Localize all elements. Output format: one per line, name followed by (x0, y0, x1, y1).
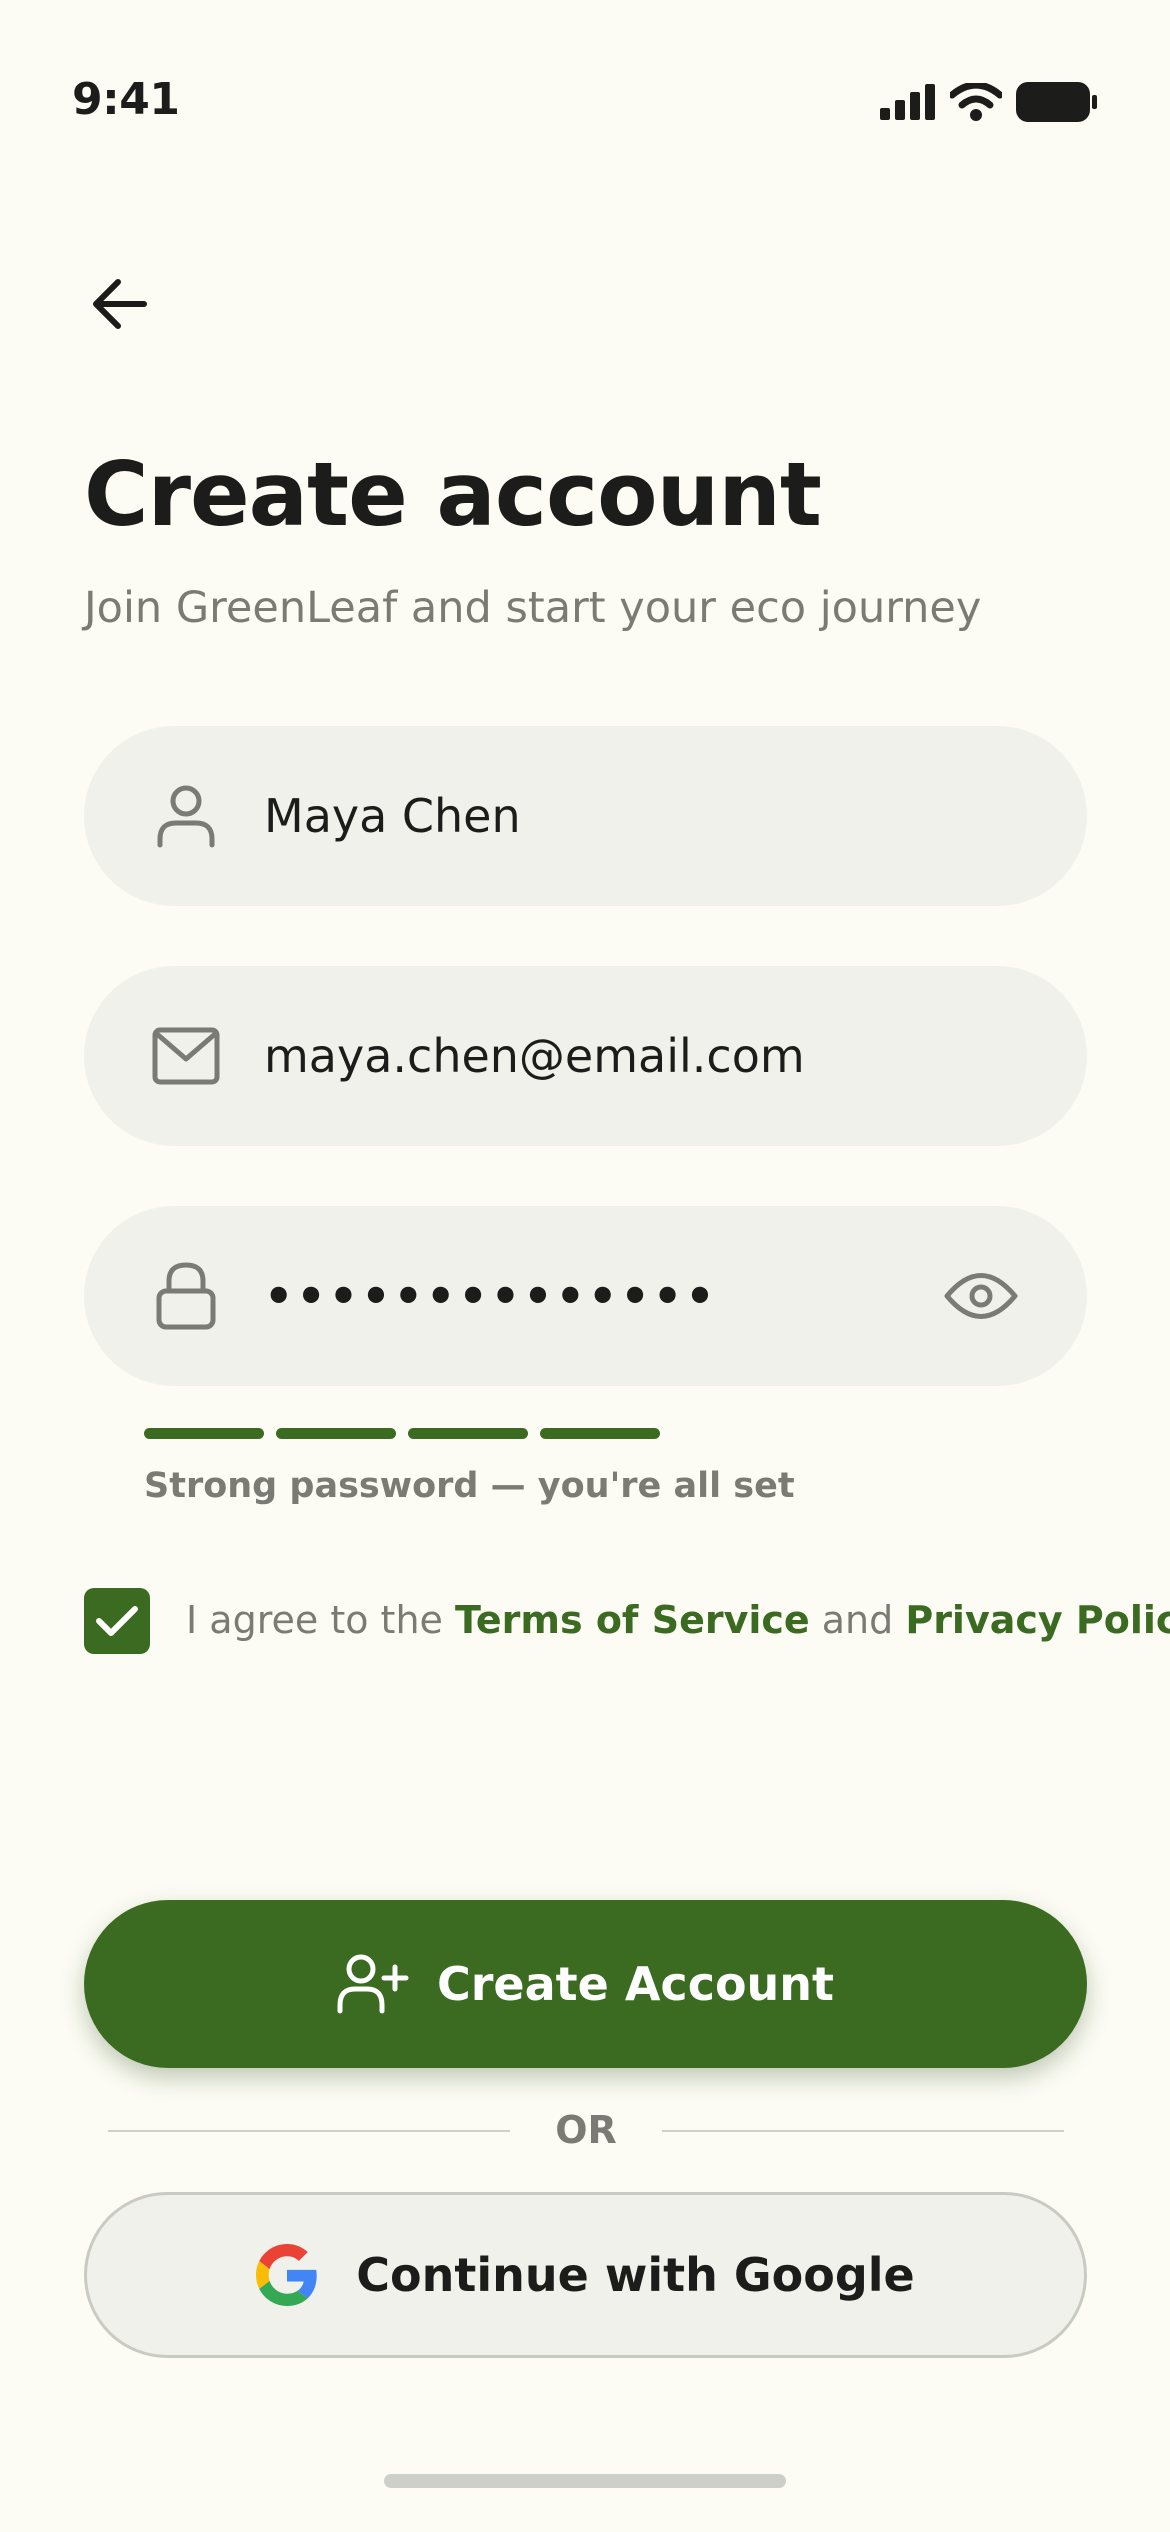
lock-icon (150, 1260, 222, 1332)
battery-icon (1016, 82, 1097, 122)
mail-icon (150, 1020, 222, 1092)
create-account-button[interactable]: Create Account (84, 1900, 1087, 2068)
terms-prefix: I agree to the (186, 1598, 455, 1642)
password-field[interactable]: •••••••••••••• (84, 1206, 1087, 1386)
name-field[interactable]: Maya Chen (84, 726, 1087, 906)
divider-line-right (662, 2130, 1064, 2132)
arrow-left-icon (93, 279, 147, 329)
create-account-screen: 9:41 Create account Join GreenLeaf and s… (0, 0, 1170, 2532)
strength-segment (540, 1428, 660, 1439)
terms-of-service-link[interactable]: Terms of Service (455, 1598, 810, 1642)
terms-checkbox[interactable] (84, 1588, 150, 1654)
strength-segment (144, 1428, 264, 1439)
password-value: •••••••••••••• (264, 1269, 718, 1323)
status-icons (880, 82, 1098, 122)
terms-middle: and (809, 1598, 906, 1642)
password-strength-meter (144, 1428, 660, 1439)
eye-icon[interactable] (941, 1256, 1021, 1336)
user-plus-icon (337, 1954, 409, 2014)
google-icon (256, 2244, 317, 2306)
privacy-policy-link[interactable]: Privacy Policy (905, 1598, 1170, 1642)
email-field[interactable]: maya.chen@email.com (84, 966, 1087, 1146)
strength-segment (408, 1428, 528, 1439)
terms-agreement: I agree to the Terms of Service and Priv… (186, 1592, 1170, 1648)
create-account-label: Create Account (436, 1957, 835, 2011)
back-button[interactable] (80, 264, 160, 344)
continue-with-google-button[interactable]: Continue with Google (84, 2192, 1087, 2358)
wifi-icon (950, 83, 1002, 121)
divider-or-label: OR (555, 2108, 617, 2152)
page-title: Create account (84, 443, 822, 546)
continue-with-google-label: Continue with Google (356, 2248, 915, 2302)
signal-icon (880, 84, 935, 120)
name-value: Maya Chen (264, 789, 521, 843)
home-indicator (384, 2474, 786, 2488)
checkmark-icon (96, 1606, 138, 1636)
divider-line-left (108, 2130, 510, 2132)
email-value: maya.chen@email.com (264, 1029, 805, 1083)
strength-segment (276, 1428, 396, 1439)
status-bar: 9:41 (0, 0, 1170, 200)
status-time: 9:41 (72, 74, 180, 125)
user-icon (150, 780, 222, 852)
page-subtitle: Join GreenLeaf and start your eco journe… (84, 583, 982, 633)
password-strength-text: Strong password — you're all set (144, 1466, 795, 1506)
